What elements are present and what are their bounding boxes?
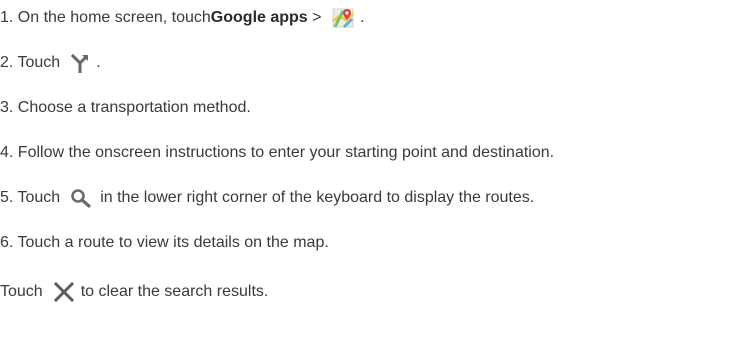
step-1-separator: > bbox=[307, 9, 326, 26]
step-1-prefix: 1. On the home screen, touch bbox=[0, 9, 211, 26]
step-4-text: 4. Follow the onscreen instructions to e… bbox=[0, 144, 555, 161]
step-3: 3. Choose a transportation method. bbox=[0, 97, 251, 119]
step-6-text: 6. Touch a route to view its details on … bbox=[0, 234, 329, 251]
step-6: 6. Touch a route to view its details on … bbox=[0, 232, 329, 254]
step-2: 2. Touch . bbox=[0, 52, 101, 74]
step-4: 4. Follow the onscreen instructions to e… bbox=[0, 142, 554, 164]
step-5-suffix: in the lower right corner of the keyboar… bbox=[100, 189, 535, 206]
step-3-text: 3. Choose a transportation method. bbox=[0, 99, 251, 116]
close-icon bbox=[53, 281, 74, 303]
step-1-suffix: . bbox=[359, 9, 365, 26]
google-maps-icon bbox=[332, 8, 354, 29]
directions-icon bbox=[71, 53, 89, 73]
step-2-suffix: . bbox=[96, 54, 101, 71]
note-suffix: to clear the search results. bbox=[80, 283, 269, 300]
google-apps-label: Google apps bbox=[210, 9, 308, 26]
step-5: 5. Touch in the lower right corner of th… bbox=[0, 187, 534, 209]
step-5-prefix: 5. Touch bbox=[0, 189, 61, 206]
clear-results-note: Touch to clear the search results. bbox=[0, 281, 268, 303]
step-1: 1. On the home screen, touch Google apps… bbox=[0, 7, 364, 29]
step-2-prefix: 2. Touch bbox=[0, 54, 61, 71]
search-icon bbox=[71, 189, 91, 208]
note-prefix: Touch bbox=[0, 283, 43, 300]
